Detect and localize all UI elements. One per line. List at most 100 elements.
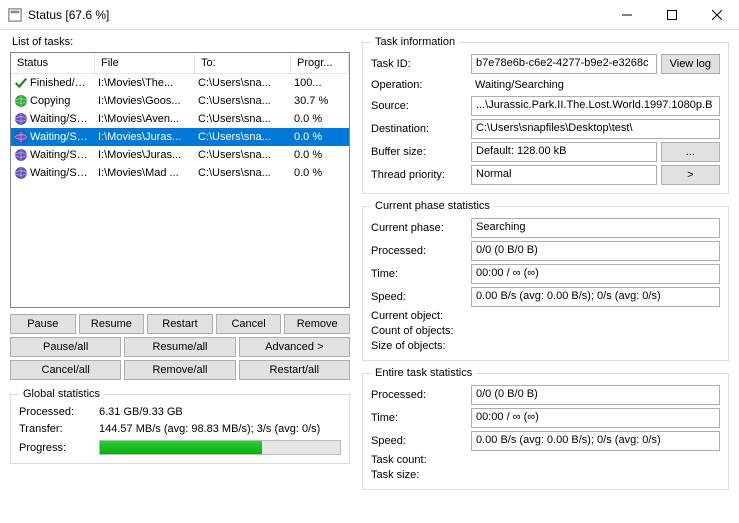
resume-button[interactable]: Resume bbox=[79, 314, 145, 334]
task-list[interactable]: Status File To: Progr... Finished/C...I:… bbox=[10, 52, 350, 308]
phase-current-label: Current phase: bbox=[371, 222, 471, 234]
task-count-value bbox=[471, 458, 720, 462]
global-processed-value: 6.31 GB/9.33 GB bbox=[99, 406, 341, 418]
priority-label: Thread priority: bbox=[371, 169, 467, 181]
app-icon bbox=[8, 8, 22, 22]
task-to: C:\Users\sna... bbox=[195, 112, 291, 126]
current-object-value bbox=[471, 314, 720, 318]
task-row[interactable]: Waiting/Se...I:\Movies\Mad ...C:\Users\s… bbox=[11, 164, 349, 182]
task-row[interactable]: CopyingI:\Movies\Goos...C:\Users\sna...3… bbox=[11, 92, 349, 110]
task-size-label: Task size: bbox=[371, 469, 471, 481]
advanced-button[interactable]: Advanced > bbox=[239, 337, 350, 357]
task-file: I:\Movies\The... bbox=[95, 76, 195, 90]
task-status: Waiting/Se... bbox=[11, 129, 95, 145]
task-row[interactable]: Waiting/Se...I:\Movies\Aven...C:\Users\s… bbox=[11, 110, 349, 128]
task-file: I:\Movies\Juras... bbox=[95, 130, 195, 144]
remove-all-button[interactable]: Remove/all bbox=[124, 360, 235, 380]
global-stats-legend: Global statistics bbox=[19, 388, 104, 400]
destination-value[interactable]: C:\Users\snapfiles\Desktop\test\ bbox=[471, 119, 720, 139]
priority-value[interactable]: Normal bbox=[471, 165, 657, 185]
cancel-button[interactable]: Cancel bbox=[216, 314, 282, 334]
view-log-button[interactable]: View log bbox=[661, 54, 720, 74]
task-file: I:\Movies\Mad ... bbox=[95, 166, 195, 180]
task-to: C:\Users\sna... bbox=[195, 94, 291, 108]
entire-time-value: 00:00 / ∞ (∞) bbox=[471, 408, 720, 428]
size-objects-value bbox=[471, 344, 720, 348]
source-value[interactable]: ...\Jurassic.Park.II.The.Lost.World.1997… bbox=[471, 96, 720, 116]
task-row[interactable]: Finished/C...I:\Movies\The...C:\Users\sn… bbox=[11, 74, 349, 92]
global-processed-label: Processed: bbox=[19, 406, 99, 418]
task-progress: 30.7 % bbox=[291, 94, 349, 108]
phase-stats-legend: Current phase statistics bbox=[371, 200, 494, 212]
entire-speed-value: 0.00 B/s (avg: 0.00 B/s); 0/s (avg: 0/s) bbox=[471, 431, 720, 451]
task-to: C:\Users\sna... bbox=[195, 76, 291, 90]
task-file: I:\Movies\Goos... bbox=[95, 94, 195, 108]
maximize-button[interactable] bbox=[649, 0, 694, 30]
size-objects-label: Size of objects: bbox=[371, 340, 471, 352]
task-status: Waiting/Se... bbox=[11, 111, 95, 127]
task-to: C:\Users\sna... bbox=[195, 166, 291, 180]
task-status: Copying bbox=[11, 93, 95, 109]
col-header-to[interactable]: To: bbox=[195, 53, 291, 73]
task-file: I:\Movies\Juras... bbox=[95, 148, 195, 162]
minimize-button[interactable] bbox=[604, 0, 649, 30]
phase-time-value: 00:00 / ∞ (∞) bbox=[471, 264, 720, 284]
operation-value: Waiting/Searching bbox=[471, 77, 720, 93]
entire-stats-group: Entire task statistics Processed: 0/0 (0… bbox=[362, 367, 729, 490]
task-to: C:\Users\sna... bbox=[195, 130, 291, 144]
buffer-value[interactable]: Default: 128.00 kB bbox=[471, 142, 657, 162]
buffer-label: Buffer size: bbox=[371, 146, 467, 158]
restart-all-button[interactable]: Restart/all bbox=[239, 360, 350, 380]
task-file: I:\Movies\Aven... bbox=[95, 112, 195, 126]
phase-current-value: Searching bbox=[471, 218, 720, 238]
global-progress-bar bbox=[99, 440, 341, 455]
task-status: Waiting/Se... bbox=[11, 147, 95, 163]
col-header-progress[interactable]: Progr... bbox=[291, 53, 349, 73]
title-bar: Status [67.6 %] bbox=[0, 0, 739, 30]
col-header-status[interactable]: Status bbox=[11, 53, 95, 73]
phase-time-label: Time: bbox=[371, 268, 471, 280]
col-header-file[interactable]: File bbox=[95, 53, 195, 73]
resume-all-button[interactable]: Resume/all bbox=[124, 337, 235, 357]
phase-stats-group: Current phase statistics Current phase: … bbox=[362, 200, 729, 361]
task-status: Waiting/Se... bbox=[11, 165, 95, 181]
destination-label: Destination: bbox=[371, 123, 467, 135]
task-size-value bbox=[471, 473, 720, 477]
phase-processed-label: Processed: bbox=[371, 245, 471, 257]
buffer-more-button[interactable]: ... bbox=[661, 142, 720, 162]
task-progress: 0.0 % bbox=[291, 130, 349, 144]
task-progress: 100... bbox=[291, 76, 349, 90]
pause-all-button[interactable]: Pause/all bbox=[10, 337, 121, 357]
window-title: Status [67.6 %] bbox=[28, 8, 109, 22]
task-info-group: Task information Task ID: b7e78e6b-c6e2-… bbox=[362, 36, 729, 194]
entire-speed-label: Speed: bbox=[371, 435, 471, 447]
operation-label: Operation: bbox=[371, 79, 467, 91]
entire-time-label: Time: bbox=[371, 412, 471, 424]
remove-button[interactable]: Remove bbox=[284, 314, 350, 334]
task-row[interactable]: Waiting/Se...I:\Movies\Juras...C:\Users\… bbox=[11, 146, 349, 164]
task-id-value[interactable]: b7e78e6b-c6e2-4277-b9e2-e3268c bbox=[471, 54, 657, 74]
tasks-label: List of tasks: bbox=[12, 36, 350, 48]
count-objects-label: Count of objects: bbox=[371, 325, 471, 337]
restart-button[interactable]: Restart bbox=[147, 314, 213, 334]
count-objects-value bbox=[471, 329, 720, 333]
task-progress: 0.0 % bbox=[291, 112, 349, 126]
pause-button[interactable]: Pause bbox=[10, 314, 76, 334]
task-row[interactable]: Waiting/Se...I:\Movies\Juras...C:\Users\… bbox=[11, 128, 349, 146]
task-status: Finished/C... bbox=[11, 75, 95, 91]
close-button[interactable] bbox=[694, 0, 739, 30]
task-count-label: Task count: bbox=[371, 454, 471, 466]
task-list-header[interactable]: Status File To: Progr... bbox=[11, 53, 349, 74]
phase-speed-value: 0.00 B/s (avg: 0.00 B/s); 0/s (avg: 0/s) bbox=[471, 287, 720, 307]
source-label: Source: bbox=[371, 100, 467, 112]
entire-processed-label: Processed: bbox=[371, 389, 471, 401]
cancel-all-button[interactable]: Cancel/all bbox=[10, 360, 121, 380]
phase-speed-label: Speed: bbox=[371, 291, 471, 303]
current-object-label: Current object: bbox=[371, 310, 471, 322]
entire-stats-legend: Entire task statistics bbox=[371, 367, 476, 379]
task-progress: 0.0 % bbox=[291, 166, 349, 180]
task-to: C:\Users\sna... bbox=[195, 148, 291, 162]
global-stats-group: Global statistics Processed: 6.31 GB/9.3… bbox=[10, 388, 350, 464]
task-id-label: Task ID: bbox=[371, 58, 467, 70]
priority-more-button[interactable]: > bbox=[661, 165, 720, 185]
